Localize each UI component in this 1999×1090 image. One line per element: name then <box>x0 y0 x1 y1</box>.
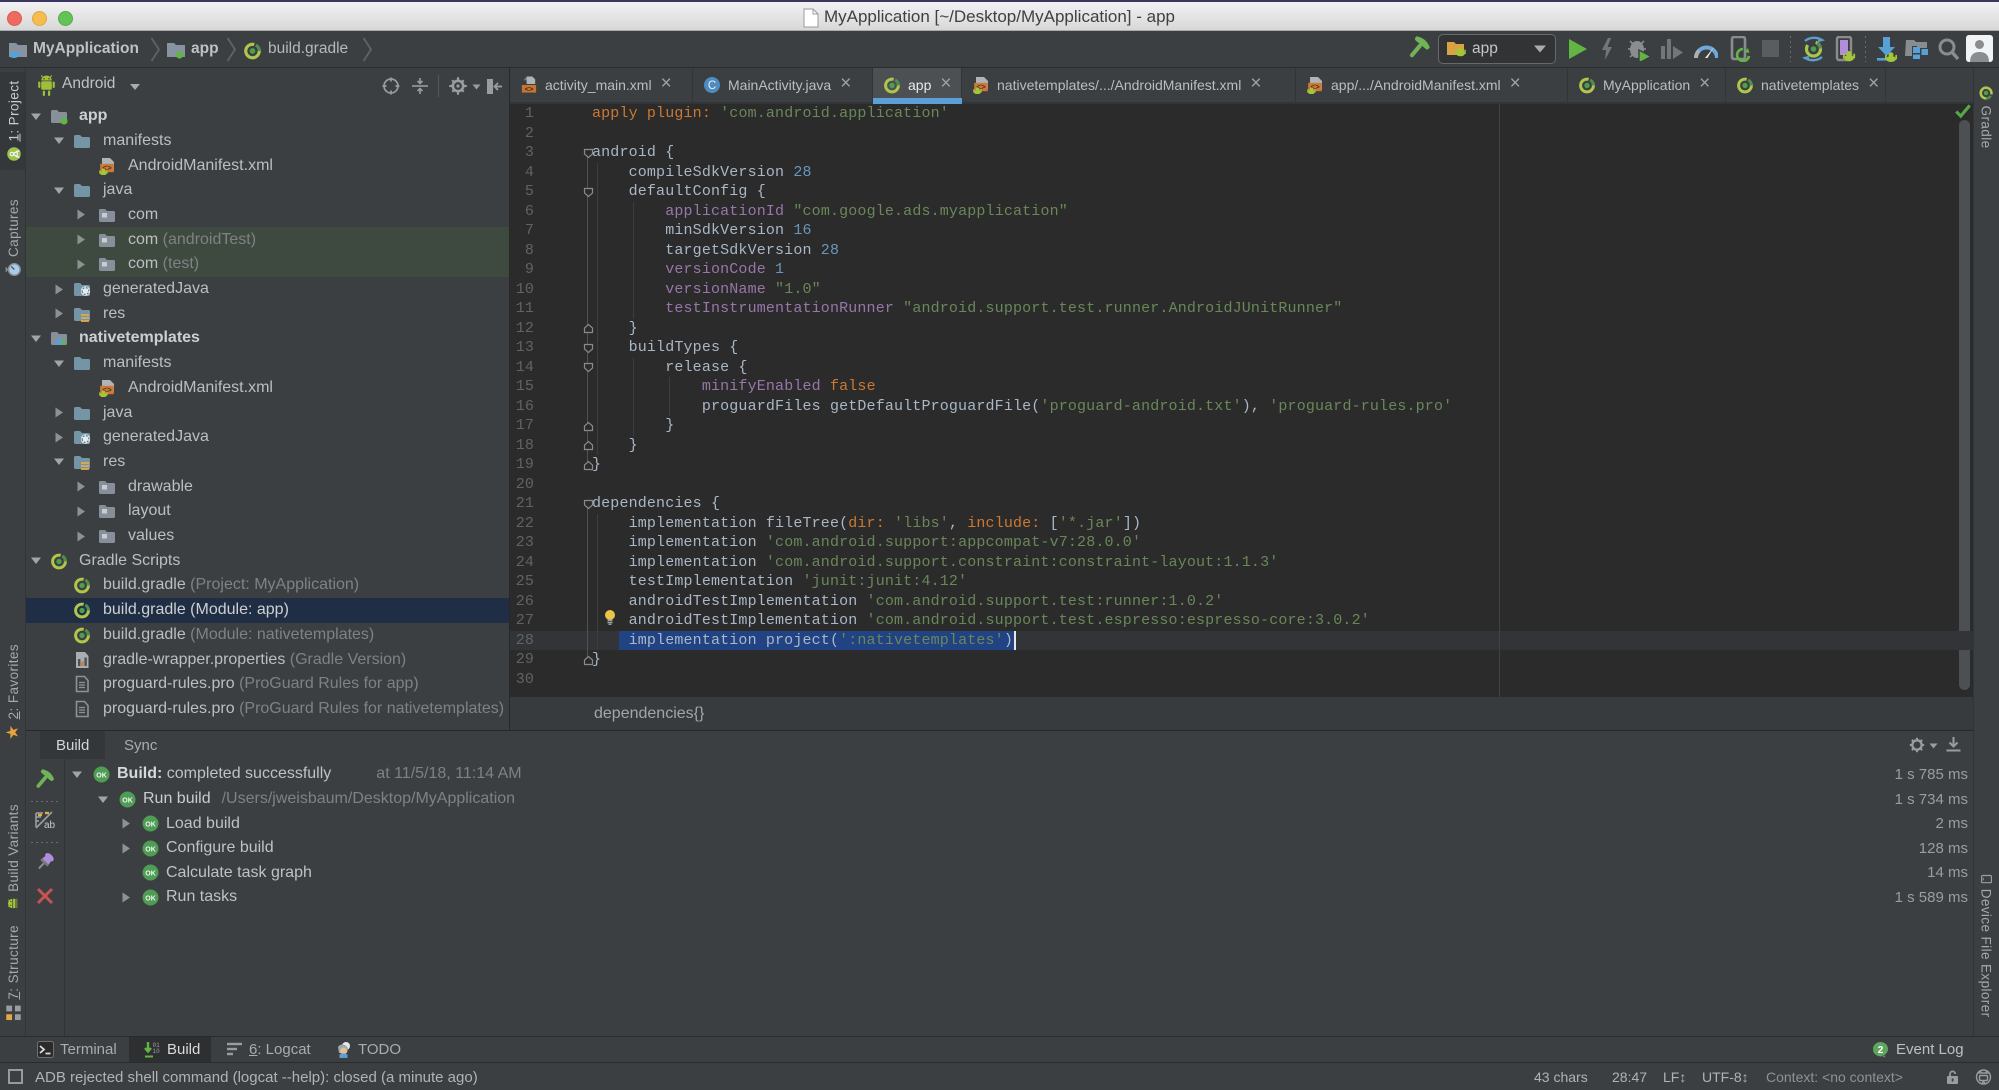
svg-text:C: C <box>708 80 716 92</box>
svg-text:OK: OK <box>145 821 156 828</box>
svg-text:2: 2 <box>1878 1045 1884 1056</box>
svg-text:ab: ab <box>44 820 55 830</box>
svg-text:OK: OK <box>122 797 133 804</box>
svg-text:OK: OK <box>145 870 156 877</box>
svg-text:OK: OK <box>145 895 156 902</box>
svg-text:OK: OK <box>96 772 107 779</box>
svg-text:<>: <> <box>525 84 534 93</box>
svg-text:10: 10 <box>153 1048 161 1055</box>
svg-text:OK: OK <box>145 846 156 853</box>
